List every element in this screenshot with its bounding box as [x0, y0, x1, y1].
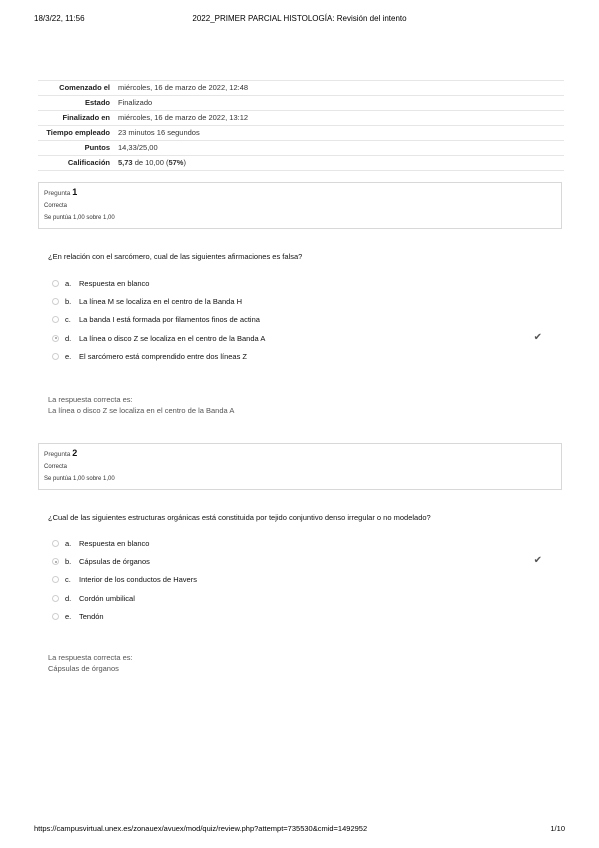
answer-option[interactable]: c. Interior de los conductos de Havers	[52, 574, 552, 592]
radio-icon-selected[interactable]	[52, 334, 59, 342]
answer-option-selected[interactable]: d. La línea o disco Z se localiza en el …	[52, 331, 552, 351]
answer-letter: e.	[65, 351, 72, 361]
page-number: 1/10	[550, 824, 565, 833]
summary-value: miércoles, 16 de marzo de 2022, 13:12	[114, 110, 564, 126]
summary-label: Finalizado en	[38, 110, 114, 126]
answer-letter: a.	[65, 279, 72, 288]
summary-value: 14,33/25,00	[114, 140, 564, 156]
radio-icon[interactable]	[52, 576, 59, 584]
print-header: 18/3/22, 11:56 2022_PRIMER PARCIAL HISTO…	[34, 14, 565, 26]
question-text-2: ¿Cual de las siguientes estructuras orgá…	[48, 513, 431, 522]
grade-value: 5,73 de 10,00 (57%)	[114, 155, 564, 171]
question-number: 2	[72, 448, 78, 458]
summary-label: Estado	[38, 95, 114, 111]
correct-answer-feedback-2: La respuesta correcta es: Cápsulas de ór…	[48, 652, 133, 674]
summary-row: Comenzado el miércoles, 16 de marzo de 2…	[38, 80, 564, 96]
answer-option[interactable]: a. Respuesta en blanco	[52, 278, 552, 296]
answer-option[interactable]: e. Tendón	[52, 611, 552, 629]
answer-text: Cordón umbilical	[79, 593, 135, 603]
question-number-label: Pregunta	[44, 451, 71, 458]
summary-label: Comenzado el	[38, 80, 114, 96]
feedback-answer: La línea o disco Z se localiza en el cen…	[48, 406, 235, 415]
summary-row: Calificación 5,73 de 10,00 (57%)	[38, 155, 564, 171]
feedback-label: La respuesta correcta es:	[48, 653, 133, 662]
answer-text: La línea M se localiza en el centro de l…	[79, 297, 243, 307]
answer-text: La línea o disco Z se localiza en el cen…	[79, 333, 266, 343]
radio-icon[interactable]	[52, 280, 59, 287]
radio-icon[interactable]	[52, 594, 59, 602]
answer-letter: b.	[65, 557, 72, 567]
answer-option[interactable]: d. Cordón umbilical	[52, 593, 552, 611]
answer-letter: a.	[65, 539, 72, 548]
radio-icon-selected[interactable]	[52, 558, 59, 566]
question-number: 1	[72, 187, 78, 197]
answer-letter: c.	[65, 315, 71, 325]
answer-letter: c.	[65, 575, 71, 585]
radio-icon[interactable]	[52, 298, 59, 306]
answer-option[interactable]: a. Respuesta en blanco	[52, 538, 552, 556]
answer-option[interactable]: b. La línea M se localiza en el centro d…	[52, 296, 552, 314]
question-info-2: Pregunta 2 Correcta Se puntúa 1,00 sobre…	[38, 443, 562, 490]
summary-row: Puntos 14,33/25,00	[38, 140, 564, 156]
question-state: Correcta	[44, 464, 68, 470]
question-number-label: Pregunta	[44, 190, 71, 197]
feedback-label: La respuesta correcta es:	[48, 395, 133, 404]
grade-score: 5,73	[118, 158, 133, 167]
summary-label: Puntos	[38, 140, 114, 156]
question-grade: Se puntúa 1,00 sobre 1,00	[44, 476, 115, 482]
answer-list-2: a. Respuesta en blanco b. Cápsulas de ór…	[52, 538, 552, 629]
answer-letter: b.	[65, 297, 72, 307]
question-grade: Se puntúa 1,00 sobre 1,00	[44, 215, 115, 221]
summary-value: 23 minutos 16 segundos	[114, 125, 564, 141]
summary-value: Finalizado	[114, 95, 564, 111]
print-title: 2022_PRIMER PARCIAL HISTOLOGÍA: Revisión…	[192, 14, 407, 23]
answer-letter: e.	[65, 611, 72, 621]
print-footer: https://campusvirtual.unex.es/zonauex/av…	[34, 824, 565, 836]
question-info-1: Pregunta 1 Correcta Se puntúa 1,00 sobre…	[38, 182, 562, 229]
grade-of: de 10,00 (	[132, 158, 169, 167]
answer-option[interactable]: c. La banda I está formada por filamento…	[52, 314, 552, 332]
summary-row: Finalizado en miércoles, 16 de marzo de …	[38, 110, 564, 126]
summary-row: Estado Finalizado	[38, 95, 564, 111]
summary-row: Tiempo empleado 23 minutos 16 segundos	[38, 125, 564, 141]
check-icon: ✔	[533, 555, 542, 567]
answer-option-selected[interactable]: b. Cápsulas de órganos ✔	[52, 555, 552, 574]
radio-icon[interactable]	[52, 612, 59, 620]
feedback-answer: Cápsulas de órganos	[48, 664, 119, 673]
summary-label: Tiempo empleado	[38, 125, 114, 141]
answer-list-1: a. Respuesta en blanco b. La línea M se …	[52, 278, 552, 369]
page-url: https://campusvirtual.unex.es/zonauex/av…	[34, 824, 368, 833]
attempt-summary-table: Comenzado el miércoles, 16 de marzo de 2…	[38, 80, 564, 171]
answer-letter: d.	[65, 593, 72, 603]
summary-value: miércoles, 16 de marzo de 2022, 12:48	[114, 80, 564, 96]
answer-option[interactable]: e. El sarcómero está comprendido entre d…	[52, 351, 552, 369]
grade-percent: 57%	[168, 158, 184, 167]
answer-letter: d.	[65, 333, 72, 343]
correct-answer-feedback-1: La respuesta correcta es: La línea o dis…	[48, 394, 234, 416]
answer-text: Interior de los conductos de Havers	[79, 575, 197, 585]
answer-text: Respuesta en blanco	[79, 279, 150, 288]
answer-text: Respuesta en blanco	[79, 539, 150, 548]
radio-icon[interactable]	[52, 540, 59, 547]
answer-text: Cápsulas de órganos	[79, 557, 150, 567]
radio-icon[interactable]	[52, 316, 59, 324]
check-icon: ✔	[533, 331, 542, 343]
grade-close: )	[183, 158, 186, 167]
question-state: Correcta	[44, 203, 68, 209]
answer-text: La banda I está formada por filamentos f…	[79, 315, 260, 325]
answer-text: Tendón	[79, 611, 104, 621]
summary-label: Calificación	[38, 155, 114, 171]
answer-text: El sarcómero está comprendido entre dos …	[79, 351, 247, 361]
radio-icon[interactable]	[52, 352, 59, 360]
question-text-1: ¿En relación con el sarcómero, cual de l…	[48, 252, 303, 261]
